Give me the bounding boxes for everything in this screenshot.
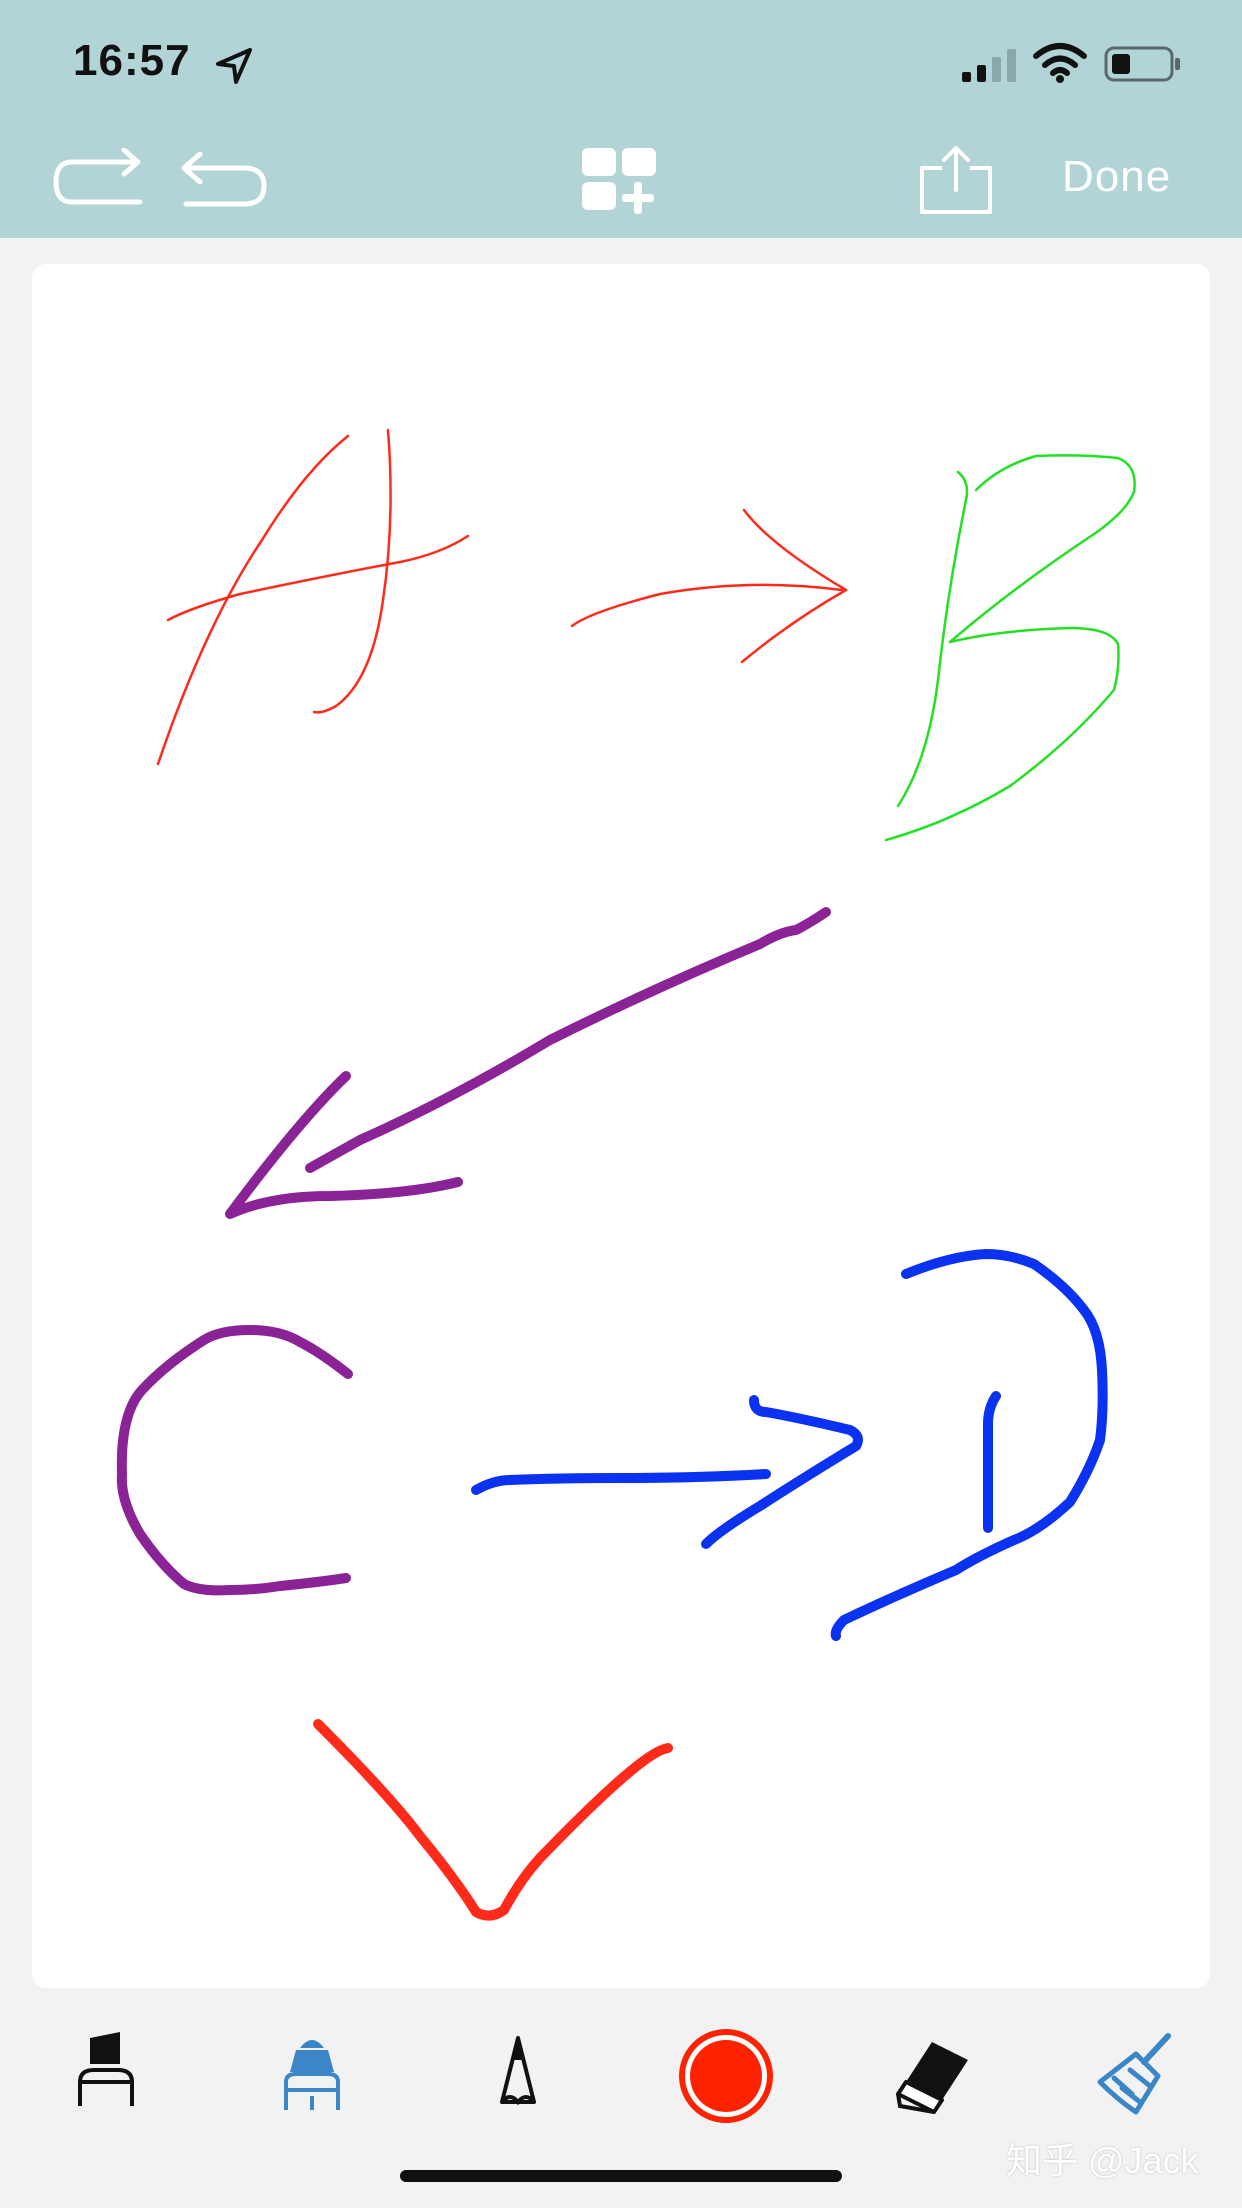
stroke-blue-arrow	[471, 1395, 863, 1549]
share-icon[interactable]	[918, 144, 994, 216]
status-time: 16:57	[73, 36, 191, 85]
cellular-signal-icon	[962, 49, 1016, 82]
drawing-strokes	[116, 428, 1136, 1921]
wifi-icon	[1033, 43, 1087, 83]
home-indicator[interactable]	[400, 2170, 842, 2182]
stroke-letter-a	[156, 428, 470, 766]
eraser-tool-icon[interactable]	[886, 2030, 976, 2120]
top-bar: 16:57 Done	[0, 0, 1242, 238]
highlighter-tool-icon[interactable]	[266, 2030, 356, 2120]
undo-icon[interactable]	[174, 148, 270, 214]
stroke-purple-arrow	[225, 907, 831, 1219]
stroke-letter-b	[884, 454, 1136, 842]
pencil-tool-icon[interactable]	[472, 2030, 562, 2120]
marker-tool-icon[interactable]	[60, 2030, 150, 2120]
battery-low-icon	[1104, 46, 1180, 82]
color-picker-icon[interactable]	[676, 2026, 776, 2126]
watermark-text: 知乎 @Jack	[1006, 2140, 1199, 2181]
stroke-letter-d	[830, 1249, 1108, 1641]
stroke-checkmark	[313, 1719, 673, 1921]
add-widget-icon[interactable]	[580, 146, 662, 216]
stroke-letter-c	[116, 1325, 353, 1596]
redo-icon[interactable]	[52, 148, 148, 214]
location-arrow-icon	[216, 48, 252, 84]
done-button[interactable]: Done	[1062, 152, 1171, 202]
drawing-canvas[interactable]	[32, 264, 1210, 1988]
stroke-arrow-ab	[570, 508, 848, 664]
broom-clear-icon[interactable]	[1092, 2030, 1182, 2120]
